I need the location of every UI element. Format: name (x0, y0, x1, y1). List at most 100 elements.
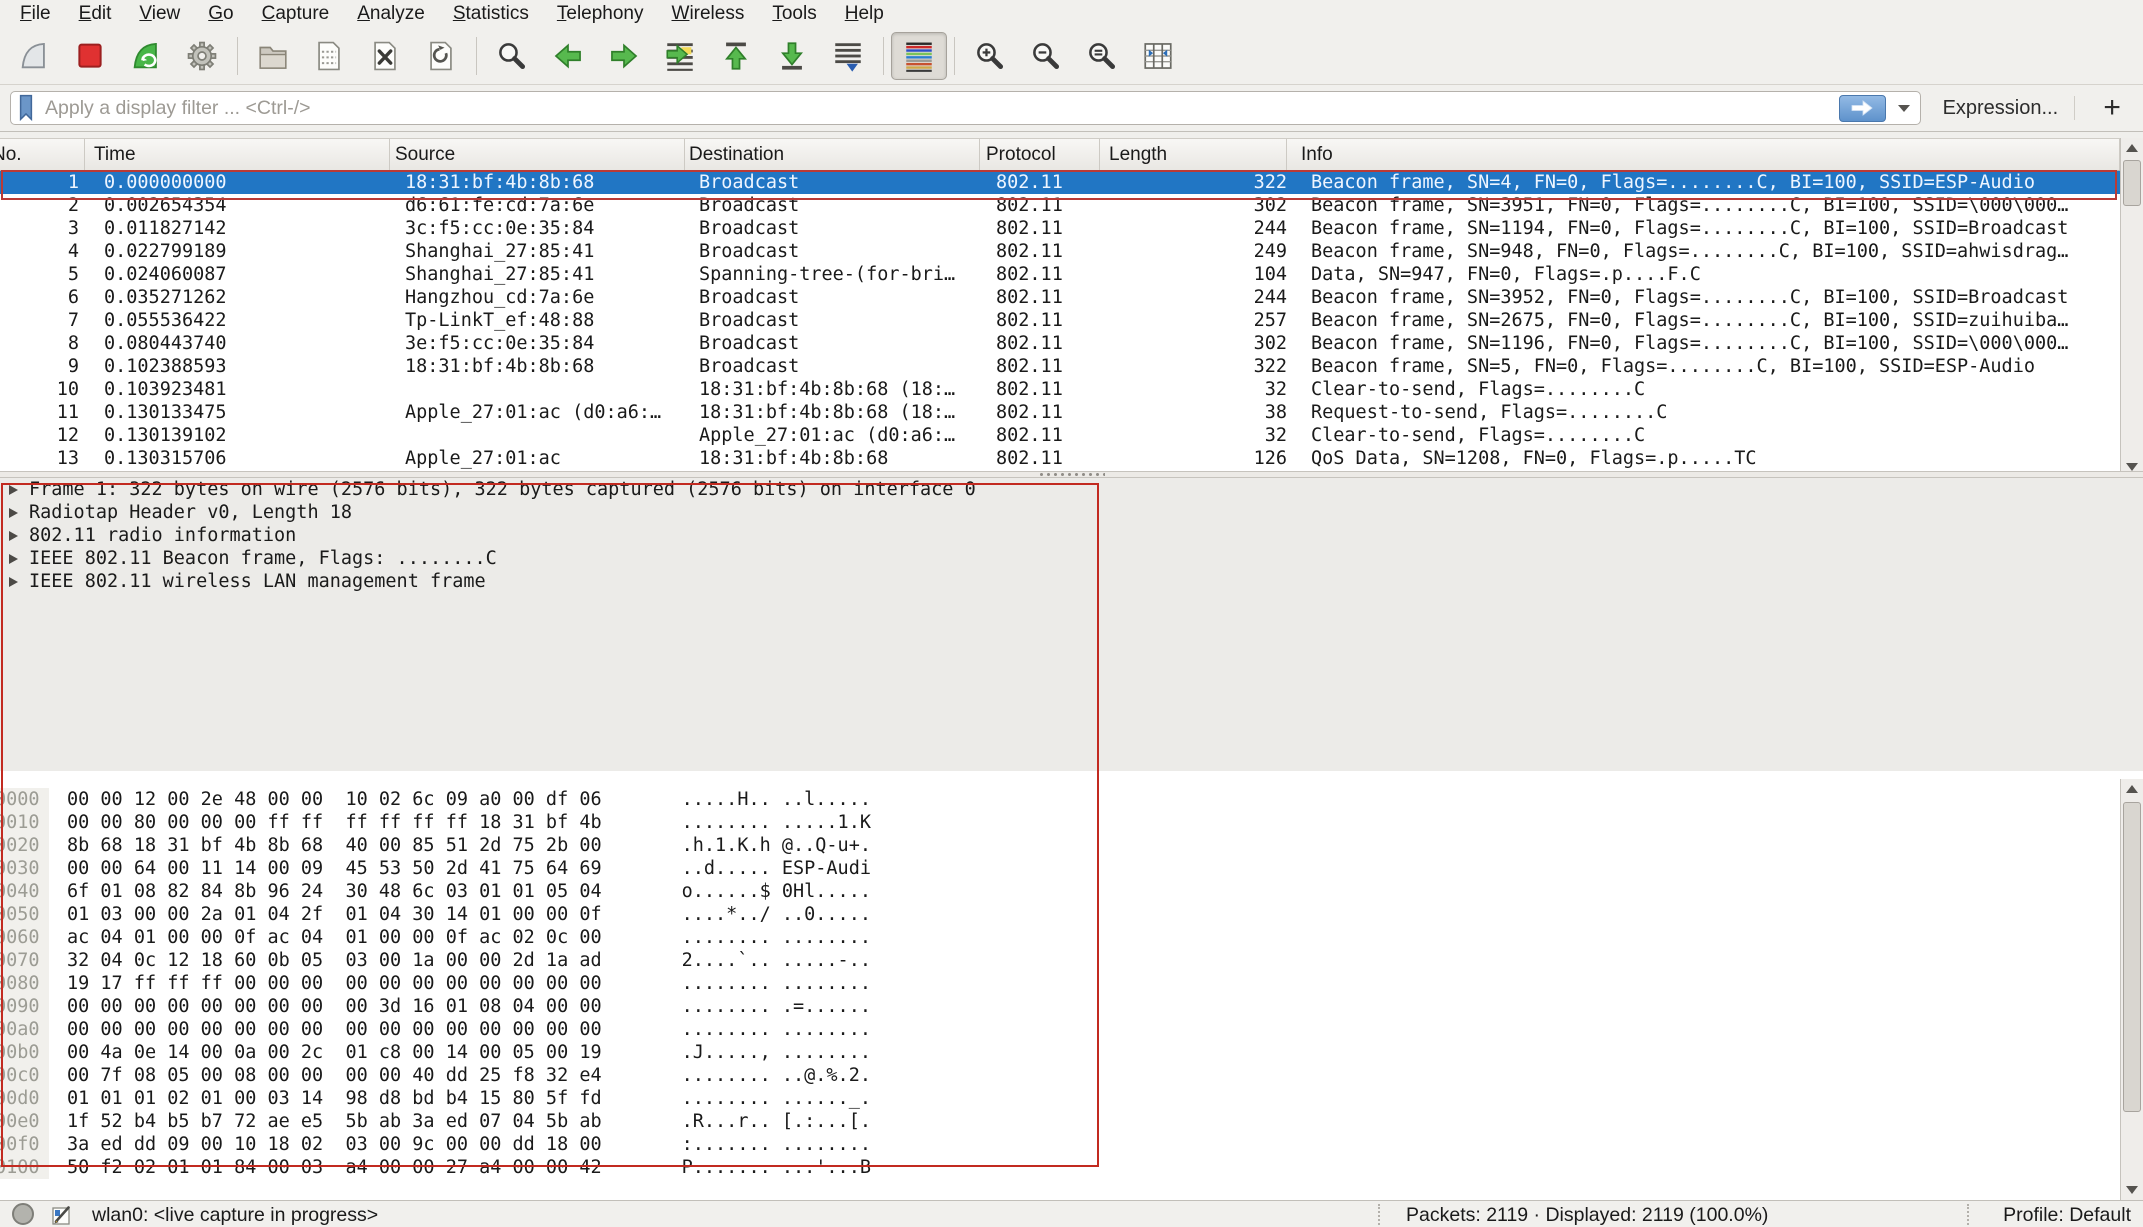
filter-bookmark-icon[interactable] (16, 94, 36, 122)
start-capture-button[interactable] (6, 32, 62, 80)
statusbar-separator[interactable] (1378, 1204, 1380, 1225)
packet-row[interactable]: 12 0.130139102 Apple_27:01:ac (d0:a6:… 8… (0, 424, 2120, 447)
scrollbar-thumb[interactable] (2123, 160, 2141, 206)
hex-row[interactable]: 00c0 00 7f 08 05 00 08 00 00 00 00 40 dd… (0, 1064, 2143, 1087)
hex-row[interactable]: 0080 19 17 ff ff ff 00 00 00 00 00 00 00… (0, 972, 2143, 995)
zoom-out-button[interactable] (1018, 32, 1074, 80)
packet-row[interactable]: 9 0.102388593 18:31:bf:4b:8b:68 Broadcas… (0, 355, 2120, 378)
detail-tree-row[interactable]: 802.11 radio information (0, 524, 2143, 547)
hex-pane-scrollbar[interactable] (2120, 779, 2143, 1200)
scrollbar-thumb[interactable] (2123, 802, 2141, 1112)
hex-row[interactable]: 0050 01 03 00 00 2a 01 04 2f 01 04 30 14… (0, 903, 2143, 926)
hex-row[interactable]: 00a0 00 00 00 00 00 00 00 00 00 00 00 00… (0, 1018, 2143, 1041)
menu-item[interactable]: Telephony (543, 2, 658, 26)
packet-row[interactable]: 2 0.002654354 d6:61:fe:cd:7a:6e Broadcas… (0, 194, 2120, 217)
column-header-length[interactable]: Length (1100, 139, 1287, 170)
zoom-reset-button[interactable] (1074, 32, 1130, 80)
column-header-time[interactable]: Time (85, 139, 390, 170)
capture-options-button[interactable] (174, 32, 230, 80)
zoom-in-button[interactable] (962, 32, 1018, 80)
packet-row[interactable]: 5 0.024060087 Shanghai_27:85:41 Spanning… (0, 263, 2120, 286)
restart-capture-button[interactable] (118, 32, 174, 80)
hex-row[interactable]: 0000 00 00 12 00 2e 48 00 00 10 02 6c 09… (0, 788, 2143, 811)
column-header-no[interactable]: No. (0, 139, 85, 170)
packet-row[interactable]: 11 0.130133475 Apple_27:01:ac (d0:a6:… 1… (0, 401, 2120, 424)
menu-item[interactable]: Statistics (439, 2, 543, 26)
go-last-packet-button[interactable] (764, 32, 820, 80)
menu-item[interactable]: Capture (248, 2, 344, 26)
menu-item[interactable]: Analyze (343, 2, 439, 26)
detail-tree-row[interactable]: IEEE 802.11 wireless LAN management fram… (0, 570, 2143, 593)
column-header-source[interactable]: Source (390, 139, 685, 170)
profile-text[interactable]: Profile: Default (2003, 1204, 2131, 1227)
filter-history-dropdown[interactable] (1892, 95, 1916, 122)
detail-tree-row[interactable]: Radiotap Header v0, Length 18 (0, 501, 2143, 524)
auto-scroll-button[interactable] (820, 32, 876, 80)
menu-item[interactable]: File (6, 2, 65, 26)
scroll-up-icon[interactable] (2121, 779, 2143, 799)
menu-item[interactable]: Help (831, 2, 898, 26)
scroll-down-icon[interactable] (2121, 1180, 2143, 1200)
column-header-destination[interactable]: Destination (685, 139, 980, 170)
apply-filter-button[interactable] (1839, 95, 1886, 122)
close-file-button[interactable] (357, 32, 413, 80)
column-header-info[interactable]: Info (1287, 139, 2120, 170)
stop-capture-button[interactable] (62, 32, 118, 80)
go-forward-button[interactable] (596, 32, 652, 80)
go-back-button[interactable] (540, 32, 596, 80)
hex-row[interactable]: 00b0 00 4a 0e 14 00 0a 00 2c 01 c8 00 14… (0, 1041, 2143, 1064)
menu-item[interactable]: Edit (65, 2, 126, 26)
packet-row[interactable]: 7 0.055536422 Tp-LinkT_ef:48:88 Broadcas… (0, 309, 2120, 332)
go-to-packet-button[interactable] (652, 32, 708, 80)
display-filter-input[interactable] (45, 97, 1839, 120)
expand-arrow-icon[interactable] (9, 531, 18, 541)
hex-row[interactable]: 0030 00 00 64 00 11 14 00 09 45 53 50 2d… (0, 857, 2143, 880)
find-packet-button[interactable] (484, 32, 540, 80)
packet-list-scrollbar[interactable] (2120, 138, 2143, 477)
expand-arrow-icon[interactable] (9, 554, 18, 564)
add-filter-button[interactable]: + (2091, 93, 2133, 123)
go-first-packet-button[interactable] (708, 32, 764, 80)
capture-comment-icon[interactable] (50, 1203, 74, 1227)
packet-row[interactable]: 8 0.080443740 3e:f5:cc:0e:35:84 Broadcas… (0, 332, 2120, 355)
packet-row[interactable]: 13 0.130315706 Apple_27:01:ac 18:31:bf:4… (0, 447, 2120, 470)
hex-row[interactable]: 0060 ac 04 01 00 00 0f ac 04 01 00 00 0f… (0, 926, 2143, 949)
hex-row[interactable]: 0010 00 00 80 00 00 00 ff ff ff ff ff ff… (0, 811, 2143, 834)
column-header-protocol[interactable]: Protocol (980, 139, 1100, 170)
detail-tree-row[interactable]: IEEE 802.11 Beacon frame, Flags: .......… (0, 547, 2143, 570)
colorize-packets-button[interactable] (891, 32, 947, 80)
hex-row[interactable]: 0040 6f 01 08 82 84 8b 96 24 30 48 6c 03… (0, 880, 2143, 903)
expression-button[interactable]: Expression... (1943, 97, 2059, 120)
packet-row[interactable]: 10 0.103923481 18:31:bf:4b:8b:68 (18:… 8… (0, 378, 2120, 401)
packet-row[interactable]: 1 0.000000000 18:31:bf:4b:8b:68 Broadcas… (0, 171, 2120, 194)
pane-splitter[interactable] (0, 471, 2143, 478)
hex-row[interactable]: 00f0 3a ed dd 09 00 10 18 02 03 00 9c 00… (0, 1133, 2143, 1156)
scroll-up-icon[interactable] (2121, 138, 2143, 158)
hex-row[interactable]: 0100 50 f2 02 01 01 84 00 03 a4 00 00 27… (0, 1156, 2143, 1179)
reload-file-button[interactable] (413, 32, 469, 80)
packet-row[interactable]: 3 0.011827142 3c:f5:cc:0e:35:84 Broadcas… (0, 217, 2120, 240)
menu-item[interactable]: Wireless (658, 2, 759, 26)
menu-item[interactable]: Go (194, 2, 247, 26)
hex-offset: 0010 (0, 811, 49, 834)
packet-row[interactable]: 4 0.022799189 Shanghai_27:85:41 Broadcas… (0, 240, 2120, 263)
packet-no: 8 (0, 332, 95, 355)
detail-tree-row[interactable]: Frame 1: 322 bytes on wire (2576 bits), … (0, 478, 2143, 501)
hex-offset: 0050 (0, 903, 49, 926)
expand-arrow-icon[interactable] (9, 508, 18, 518)
expand-arrow-icon[interactable] (9, 577, 18, 587)
expert-info-icon[interactable] (12, 1203, 34, 1225)
save-file-button[interactable] (301, 32, 357, 80)
hex-row[interactable]: 00d0 01 01 01 02 01 00 03 14 98 d8 bd b4… (0, 1087, 2143, 1110)
resize-columns-button[interactable] (1130, 32, 1186, 80)
hex-row[interactable]: 0090 00 00 00 00 00 00 00 00 00 3d 16 01… (0, 995, 2143, 1018)
hex-row[interactable]: 0020 8b 68 18 31 bf 4b 8b 68 40 00 85 51… (0, 834, 2143, 857)
menu-item[interactable]: Tools (758, 2, 830, 26)
hex-row[interactable]: 0070 32 04 0c 12 18 60 0b 05 03 00 1a 00… (0, 949, 2143, 972)
packet-row[interactable]: 6 0.035271262 Hangzhou_cd:7a:6e Broadcas… (0, 286, 2120, 309)
hex-row[interactable]: 00e0 1f 52 b4 b5 b7 72 ae e5 5b ab 3a ed… (0, 1110, 2143, 1133)
open-file-button[interactable] (245, 32, 301, 80)
expand-arrow-icon[interactable] (9, 485, 18, 495)
menu-item[interactable]: View (125, 2, 194, 26)
statusbar-separator[interactable] (1967, 1204, 1969, 1225)
